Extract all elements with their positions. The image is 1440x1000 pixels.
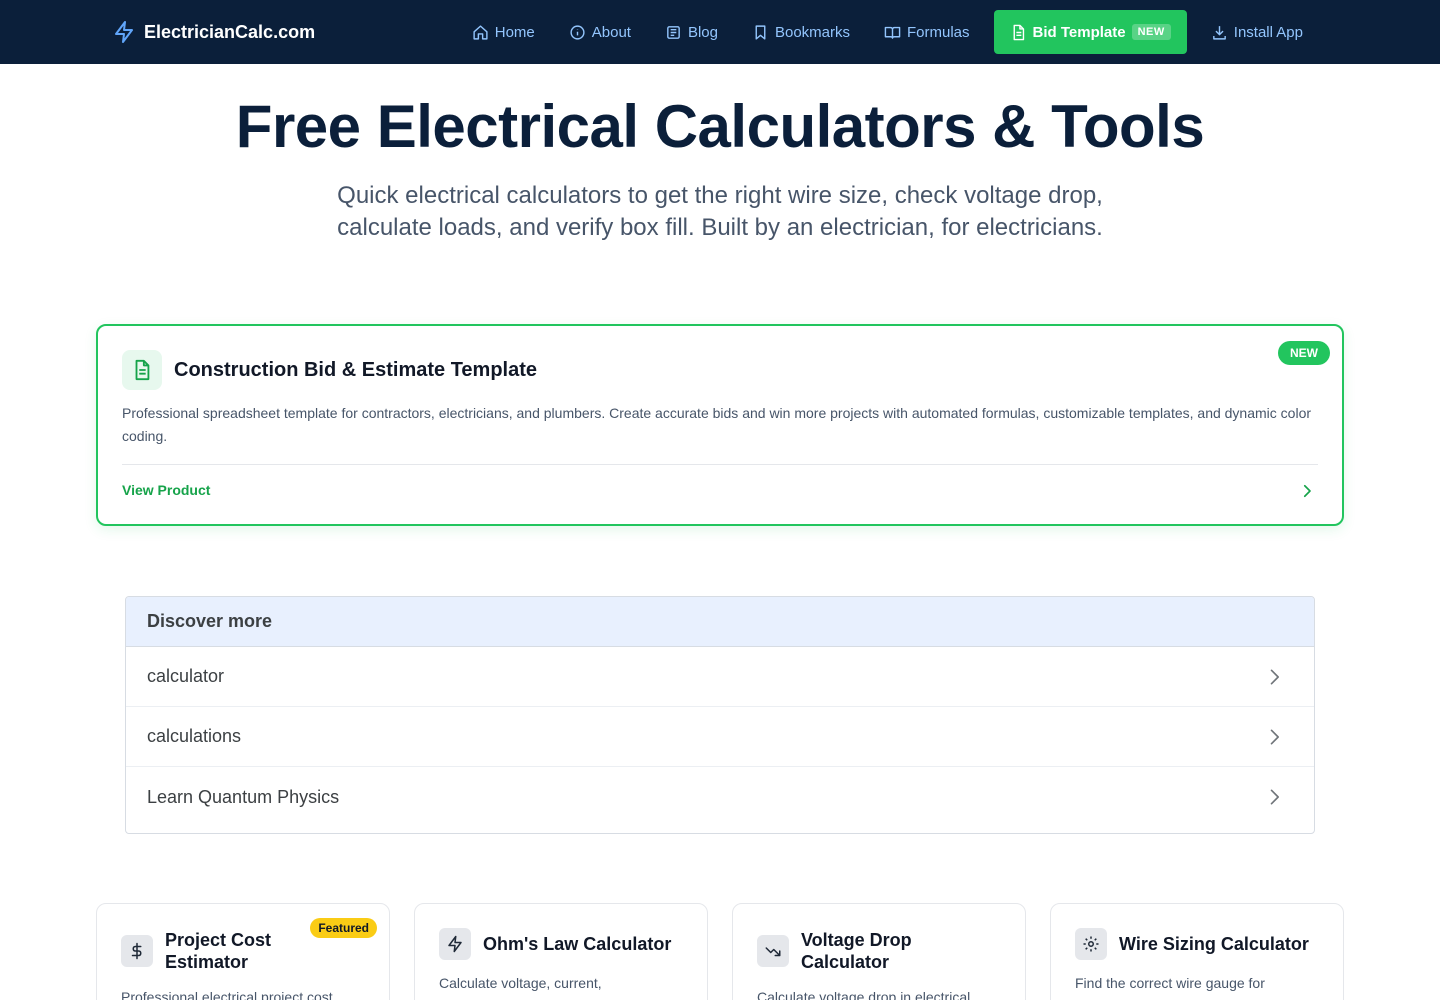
card-description: Calculate voltage, current,: [439, 975, 602, 991]
trending-down-icon: [765, 947, 781, 957]
page-subtitle: Quick electrical calculators to get the …: [337, 182, 1103, 241]
nav-bookmarks[interactable]: Bookmarks: [735, 0, 867, 64]
nav-blog-label: Blog: [687, 23, 718, 41]
install-app-label: Install App: [1233, 23, 1303, 41]
top-navbar: ElectricianCalc.com Home About Blog Book…: [0, 0, 1440, 64]
calculator-card-voltage-drop[interactable]: Voltage Drop Calculator Calculate voltag…: [732, 903, 1026, 1000]
nav-links: Home About Blog Bookmarks Formulas Bid T…: [455, 0, 1320, 64]
bolt-icon: [115, 21, 133, 43]
promo-title: Construction Bid & Estimate Template: [174, 359, 538, 381]
nav-about-label: About: [591, 23, 631, 41]
promo-new-badge: NEW: [1278, 341, 1330, 365]
nav-home-label: Home: [494, 23, 535, 41]
promo-icon-box: [122, 350, 162, 390]
card-icon-box: [757, 935, 789, 967]
install-app-button[interactable]: Install App: [1194, 0, 1320, 64]
nav-bookmarks-label: Bookmarks: [774, 23, 851, 41]
card-icon-box: [1075, 928, 1107, 960]
nav-formulas-label: Formulas: [907, 23, 970, 41]
dollar-icon: [131, 942, 142, 960]
document-icon: [1013, 24, 1024, 40]
discover-item[interactable]: calculations: [126, 707, 1314, 767]
calculator-card-project-cost[interactable]: Project Cost Estimator Featured Professi…: [96, 903, 390, 1000]
discover-item[interactable]: Learn Quantum Physics: [126, 767, 1314, 827]
discover-item-label: calculations: [147, 726, 242, 746]
nav-home[interactable]: Home: [455, 0, 552, 64]
book-icon: [884, 26, 901, 39]
page-title: Free Electrical Calculators & Tools: [235, 93, 1205, 160]
discover-item-label: Learn Quantum Physics: [147, 786, 340, 807]
chevron-right-icon: [1270, 729, 1279, 744]
promo-divider: [122, 464, 1318, 465]
card-title: Ohm's Law Calculator: [483, 934, 672, 954]
brand-logo[interactable]: ElectricianCalc.com: [112, 0, 315, 64]
nav-blog[interactable]: Blog: [648, 0, 735, 64]
bid-template-promo-card[interactable]: Construction Bid & Estimate Template NEW…: [96, 324, 1344, 526]
chevron-right-icon[interactable]: [1298, 482, 1316, 500]
calculator-grid: Project Cost Estimator Featured Professi…: [96, 903, 1344, 1000]
bid-template-label: Bid Template: [1032, 23, 1126, 41]
new-badge: NEW: [1131, 24, 1171, 40]
nav-about[interactable]: About: [552, 0, 648, 64]
home-icon: [473, 24, 488, 40]
card-icon-box: [121, 935, 153, 967]
discover-more-panel: Discover more calculator calculations Le…: [125, 596, 1315, 834]
nav-formulas[interactable]: Formulas: [867, 0, 987, 64]
view-product-link[interactable]: View Product: [122, 482, 210, 498]
discover-item[interactable]: calculator: [126, 647, 1314, 707]
card-description: Professional electrical project cost: [121, 989, 333, 1000]
card-title: Voltage Drop Calculator: [801, 930, 912, 972]
bolt-icon: [448, 935, 462, 953]
discover-item-label: calculator: [147, 666, 225, 686]
bookmark-icon: [755, 24, 766, 40]
promo-description: Professional spreadsheet template for co…: [122, 405, 1312, 444]
card-title: Wire Sizing Calculator: [1119, 934, 1309, 954]
calculator-card-ohms-law[interactable]: Ohm's Law Calculator Calculate voltage, …: [414, 903, 708, 1000]
card-description: Find the correct wire gauge for: [1075, 975, 1265, 991]
bid-template-button[interactable]: Bid Template NEW: [993, 10, 1187, 54]
card-icon-box: [439, 928, 471, 960]
discover-heading: Discover more: [126, 597, 1314, 647]
card-description: Calculate voltage drop in electrical: [757, 989, 971, 1000]
gear-icon: [1083, 936, 1099, 952]
info-icon: [570, 24, 585, 40]
chevron-right-icon: [1270, 669, 1279, 684]
calculator-card-wire-sizing[interactable]: Wire Sizing Calculator Find the correct …: [1050, 903, 1344, 1000]
chevron-right-icon: [1270, 789, 1279, 805]
document-icon: [135, 359, 150, 381]
brand-name: ElectricianCalc.com: [144, 21, 316, 42]
download-icon: [1212, 25, 1226, 40]
newspaper-icon: [667, 25, 680, 39]
card-title: Project Cost Estimator: [165, 930, 272, 972]
featured-badge: Featured: [310, 918, 377, 938]
